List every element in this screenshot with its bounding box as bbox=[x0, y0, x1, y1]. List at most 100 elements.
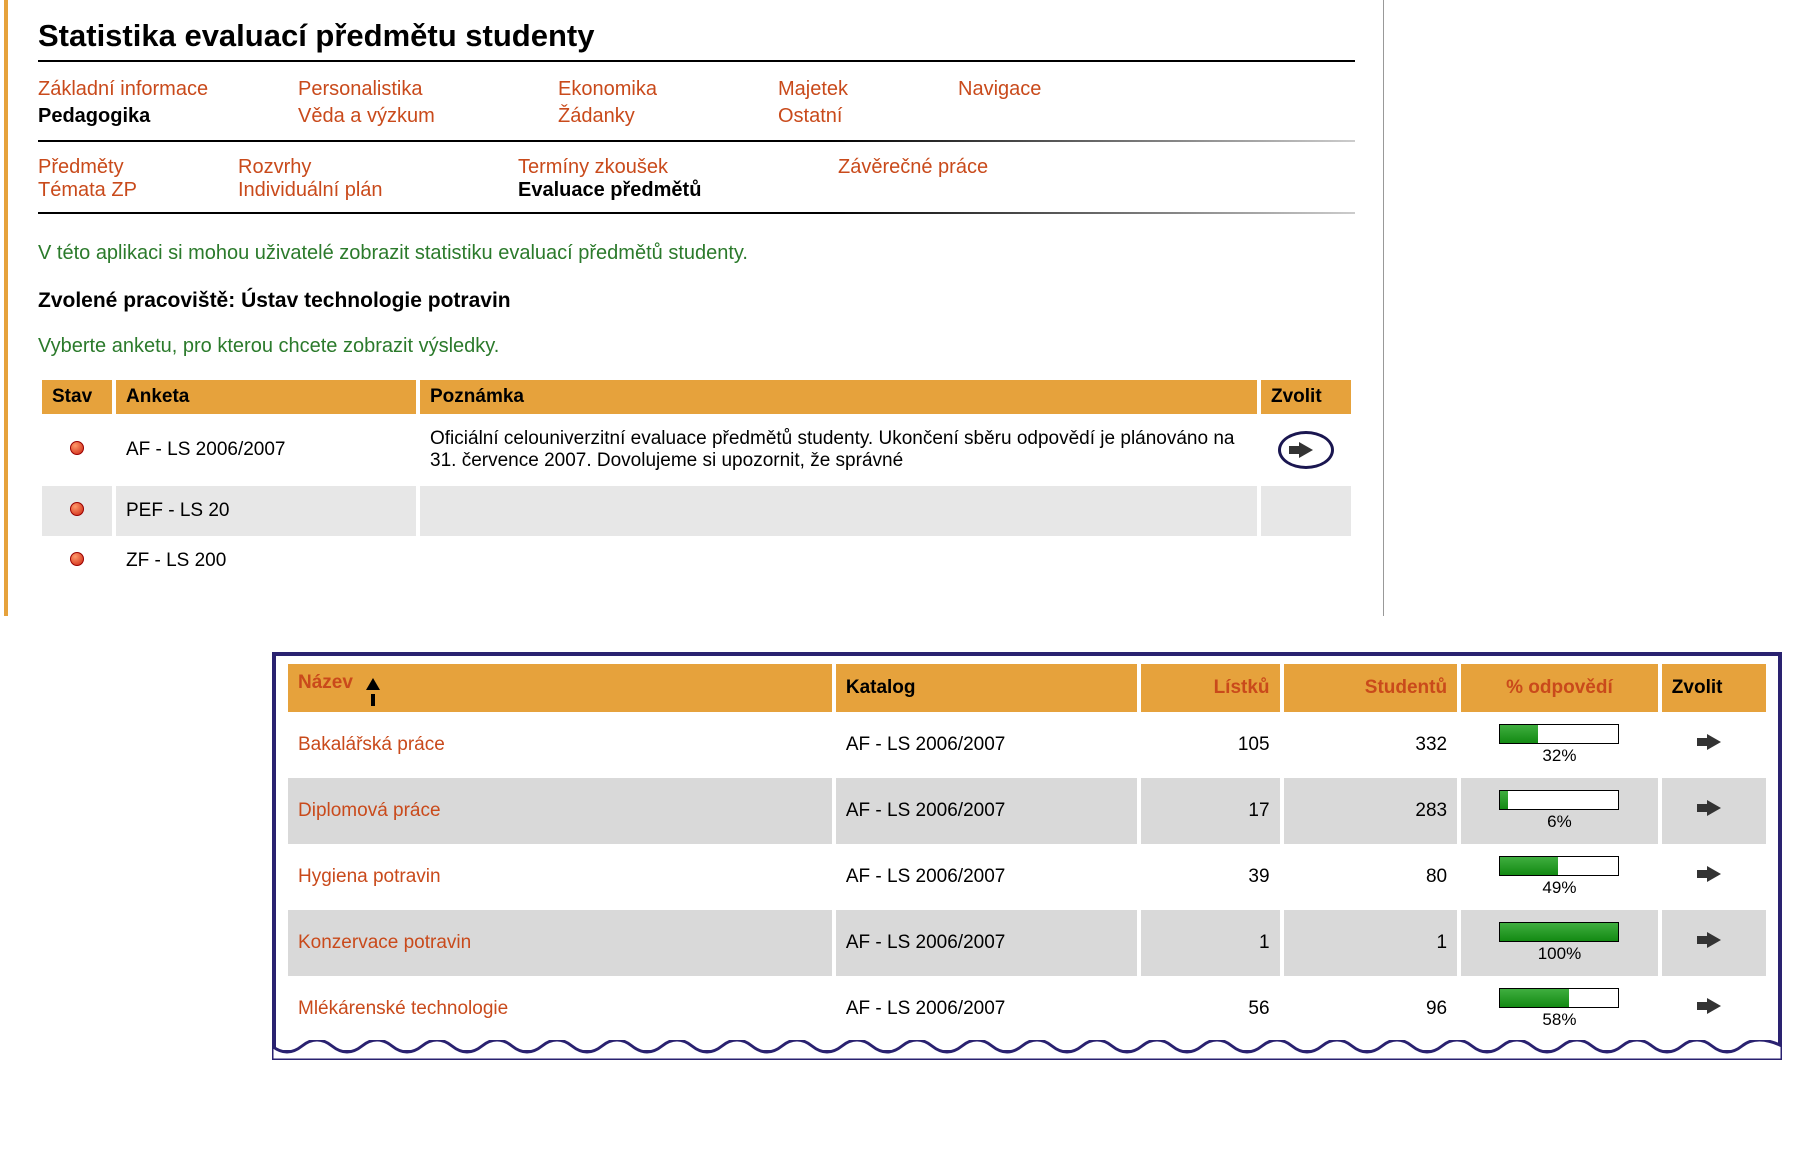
subject-catalog: AF - LS 2006/2007 bbox=[836, 712, 1137, 778]
nav-item-evaluace-p-edm-t-: Evaluace předmětů bbox=[518, 179, 838, 202]
nav-item-navigace[interactable]: Navigace bbox=[958, 76, 1138, 103]
subject-catalog: AF - LS 2006/2007 bbox=[836, 976, 1137, 1042]
subject-students: 96 bbox=[1284, 976, 1458, 1042]
subject-link[interactable]: Bakalářská práce bbox=[298, 734, 445, 755]
survey-name: AF - LS 2006/2007 bbox=[116, 414, 416, 486]
survey-note: Oficiální celouniverzitní evaluace předm… bbox=[420, 414, 1257, 486]
subject-tickets: 39 bbox=[1141, 844, 1280, 910]
progress-bar-icon bbox=[1499, 988, 1619, 1008]
table-row: Bakalářská práce AF - LS 2006/20071053323… bbox=[288, 712, 1766, 778]
col-stav: Stav bbox=[42, 380, 112, 414]
nav-item-z-kladn-informace[interactable]: Základní informace bbox=[38, 76, 298, 103]
select-button[interactable] bbox=[1707, 866, 1721, 887]
nav-item-individu-ln-pl-n[interactable]: Individuální plán bbox=[238, 179, 518, 202]
subject-link[interactable]: Konzervace potravin bbox=[298, 932, 471, 953]
progress-bar-icon bbox=[1499, 790, 1619, 810]
subject-students: 1 bbox=[1284, 910, 1458, 976]
primary-nav: Základní informacePersonalistikaEkonomik… bbox=[38, 76, 1355, 130]
nav-item-rozvrhy[interactable]: Rozvrhy bbox=[238, 156, 518, 179]
subject-students: 80 bbox=[1284, 844, 1458, 910]
page-title: Statistika evaluací předmětu studenty bbox=[38, 18, 1355, 62]
arrow-right-icon bbox=[1707, 998, 1721, 1014]
nav-item-personalistika[interactable]: Personalistika bbox=[298, 76, 558, 103]
arrow-right-icon bbox=[1707, 932, 1721, 948]
progress-bar-icon bbox=[1499, 724, 1619, 744]
arrow-right-icon bbox=[1707, 866, 1721, 882]
nav-item-t-mata-zp[interactable]: Témata ZP bbox=[38, 179, 238, 202]
sort-asc-icon bbox=[366, 674, 380, 706]
subject-tickets: 1 bbox=[1141, 910, 1280, 976]
select-button[interactable] bbox=[1707, 998, 1721, 1019]
nav-item-term-ny-zkou-ek[interactable]: Termíny zkoušek bbox=[518, 156, 838, 179]
progress-bar-icon bbox=[1499, 856, 1619, 876]
col-nazev[interactable]: Název bbox=[288, 664, 832, 712]
subject-catalog: AF - LS 2006/2007 bbox=[836, 844, 1137, 910]
subject-response-pct: 100% bbox=[1461, 910, 1658, 976]
subject-response-pct: 49% bbox=[1461, 844, 1658, 910]
col-zvolit: Zvolit bbox=[1261, 380, 1351, 414]
subject-response-pct: 6% bbox=[1461, 778, 1658, 844]
col-katalog: Katalog bbox=[836, 664, 1137, 712]
col-poznamka: Poznámka bbox=[420, 380, 1257, 414]
subject-tickets: 105 bbox=[1141, 712, 1280, 778]
select-button[interactable] bbox=[1707, 932, 1721, 953]
nav-item-ekonomika[interactable]: Ekonomika bbox=[558, 76, 778, 103]
nav-item--danky[interactable]: Žádanky bbox=[558, 103, 778, 130]
prompt-text: Vyberte anketu, pro kterou chcete zobraz… bbox=[38, 335, 1355, 358]
subject-link[interactable]: Mlékárenské technologie bbox=[298, 998, 508, 1019]
arrow-right-icon bbox=[1707, 800, 1721, 816]
status-dot-icon bbox=[70, 552, 84, 566]
intro-text: V této aplikaci si mohou uživatelé zobra… bbox=[38, 242, 1355, 265]
progress-bar-icon bbox=[1499, 922, 1619, 942]
col-nazev-label: Název bbox=[298, 672, 353, 693]
arrow-right-icon bbox=[1707, 734, 1721, 750]
subject-students: 332 bbox=[1284, 712, 1458, 778]
select-button[interactable] bbox=[1707, 800, 1721, 821]
nav-item-z-v-re-n-pr-ce[interactable]: Závěrečné práce bbox=[838, 156, 1098, 179]
nav-item-ostatn-[interactable]: Ostatní bbox=[778, 103, 958, 130]
subject-tickets: 17 bbox=[1141, 778, 1280, 844]
nav-item-v-da-a-v-zkum[interactable]: Věda a výzkum bbox=[298, 103, 558, 130]
col-anketa: Anketa bbox=[116, 380, 416, 414]
nav-item-p-edm-ty[interactable]: Předměty bbox=[38, 156, 238, 179]
status-dot-icon bbox=[70, 502, 84, 516]
table-row: AF - LS 2006/2007Oficiální celouniverzit… bbox=[42, 414, 1351, 486]
table-row: Mlékárenské technologie AF - LS 2006/2007… bbox=[288, 976, 1766, 1042]
subject-catalog: AF - LS 2006/2007 bbox=[836, 910, 1137, 976]
workplace-value: Ústav technologie potravin bbox=[241, 289, 511, 312]
table-row: Hygiena potravin AF - LS 2006/2007398049% bbox=[288, 844, 1766, 910]
survey-note bbox=[420, 486, 1257, 536]
surveys-table: Stav Anketa Poznámka Zvolit AF - LS 2006… bbox=[38, 380, 1355, 586]
subject-link[interactable]: Hygiena potravin bbox=[298, 866, 441, 887]
secondary-nav: PředmětyRozvrhyTermíny zkoušekZávěrečné … bbox=[38, 156, 1355, 202]
col-odpovedi[interactable]: % odpovědí bbox=[1461, 664, 1658, 712]
survey-name: PEF - LS 20 bbox=[116, 486, 416, 536]
table-row: PEF - LS 20 bbox=[42, 486, 1351, 536]
nav-item-majetek[interactable]: Majetek bbox=[778, 76, 958, 103]
survey-name: ZF - LS 200 bbox=[116, 536, 416, 586]
survey-note bbox=[420, 536, 1257, 586]
subjects-panel: Název Katalog Lístků Studentů % odpovědí… bbox=[272, 652, 1782, 1054]
select-button[interactable] bbox=[1278, 431, 1334, 469]
subject-response-pct: 58% bbox=[1461, 976, 1658, 1042]
workplace-label: Zvolené pracoviště: bbox=[38, 289, 241, 312]
table-row: Konzervace potravinAF - LS 2006/20071110… bbox=[288, 910, 1766, 976]
table-row: ZF - LS 200 bbox=[42, 536, 1351, 586]
arrow-right-icon bbox=[1299, 442, 1313, 458]
subjects-table: Název Katalog Lístků Studentů % odpovědí… bbox=[284, 664, 1770, 1042]
select-button[interactable] bbox=[1707, 734, 1721, 755]
subject-link[interactable]: Diplomová práce bbox=[298, 800, 441, 821]
subject-catalog: AF - LS 2006/2007 bbox=[836, 778, 1137, 844]
nav-item-pedagogika: Pedagogika bbox=[38, 103, 298, 130]
col-listku[interactable]: Lístků bbox=[1141, 664, 1280, 712]
divider bbox=[38, 140, 1355, 142]
subject-tickets: 56 bbox=[1141, 976, 1280, 1042]
table-row: Diplomová práce AF - LS 2006/2007172836% bbox=[288, 778, 1766, 844]
status-dot-icon bbox=[70, 441, 84, 455]
col-studentu[interactable]: Studentů bbox=[1284, 664, 1458, 712]
torn-edge-icon bbox=[272, 1040, 1782, 1060]
workplace-line: Zvolené pracoviště: Ústav technologie po… bbox=[38, 289, 1355, 313]
divider bbox=[38, 212, 1355, 214]
subject-students: 283 bbox=[1284, 778, 1458, 844]
subject-response-pct: 32% bbox=[1461, 712, 1658, 778]
